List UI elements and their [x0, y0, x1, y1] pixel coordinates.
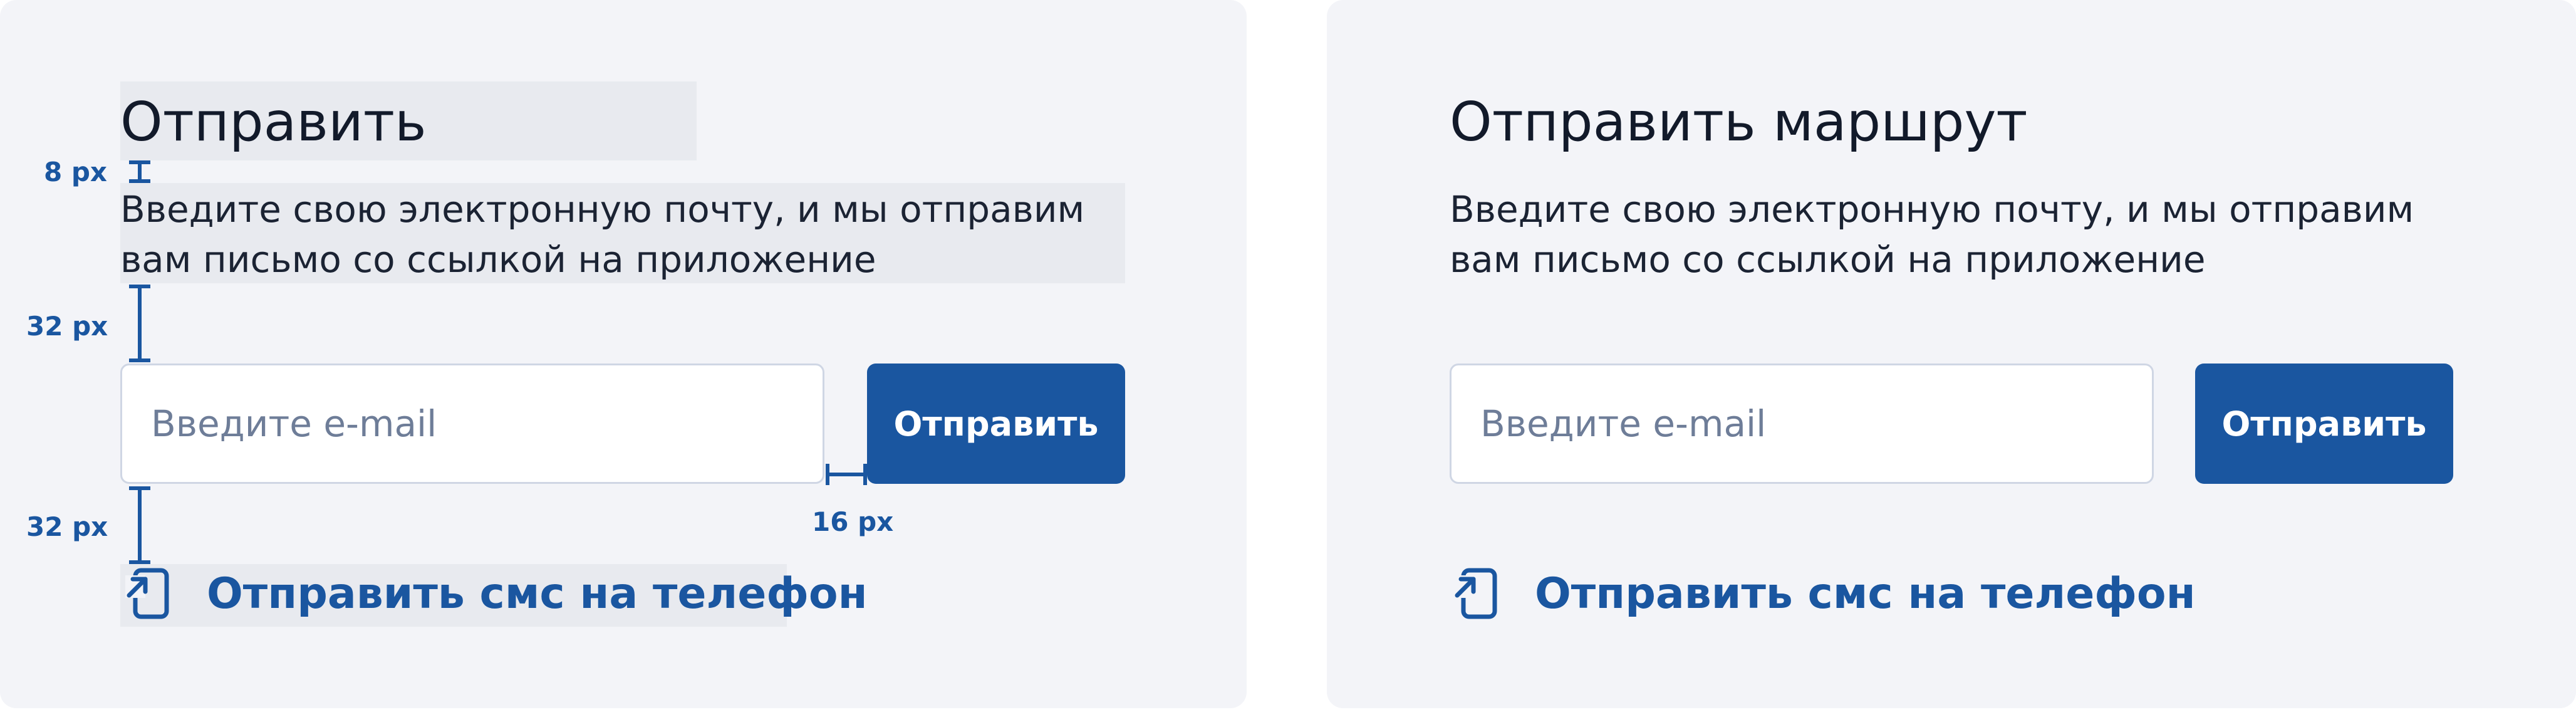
send-button[interactable]: Отправить: [2195, 364, 2453, 484]
gap-input-link-marker: [129, 486, 150, 564]
gap-title-description-marker: [129, 160, 150, 183]
phone-arrow-icon: [1453, 568, 1497, 619]
gap-description-input-label: 32 px: [26, 311, 108, 342]
description-line-1: Введите свою электронную почту, и мы отп…: [120, 188, 1085, 231]
description-line-1: Введите свою электронную почту, и мы отп…: [1450, 188, 2414, 231]
sms-link[interactable]: Отправить смс на телефон: [122, 567, 868, 620]
spec-panel: Отправить Введите свою электронную почту…: [0, 0, 1247, 708]
page-title: Отправить маршрут: [1450, 91, 2028, 154]
description-line-2: вам письмо со ссылкой на приложение: [120, 238, 876, 281]
email-input[interactable]: [1450, 364, 2154, 484]
stage: Отправить Введите свою электронную почту…: [0, 0, 2576, 722]
email-input[interactable]: [120, 364, 824, 484]
description-line-2: вам письмо со ссылкой на приложение: [1450, 238, 2206, 281]
gap-input-button-label: 16 px: [812, 506, 894, 537]
phone-arrow-icon: [125, 568, 169, 619]
page-title: Отправить: [120, 91, 427, 154]
gap-input-button-marker: [826, 464, 867, 485]
sms-link-label: Отправить смс на телефон: [1535, 568, 2196, 619]
send-button[interactable]: Отправить: [867, 364, 1125, 484]
description: Введите свою электронную почту, и мы отп…: [1450, 184, 2414, 285]
gap-title-description-label: 8 px: [44, 157, 108, 187]
description: Введите свою электронную почту, и мы отп…: [120, 184, 1084, 285]
sms-link-label: Отправить смс на телефон: [207, 568, 868, 619]
final-panel: Отправить маршрут Введите свою электронн…: [1327, 0, 2576, 708]
gap-input-link-label: 32 px: [26, 511, 108, 542]
gap-description-input-marker: [129, 285, 150, 362]
sms-link[interactable]: Отправить смс на телефон: [1450, 567, 2196, 620]
